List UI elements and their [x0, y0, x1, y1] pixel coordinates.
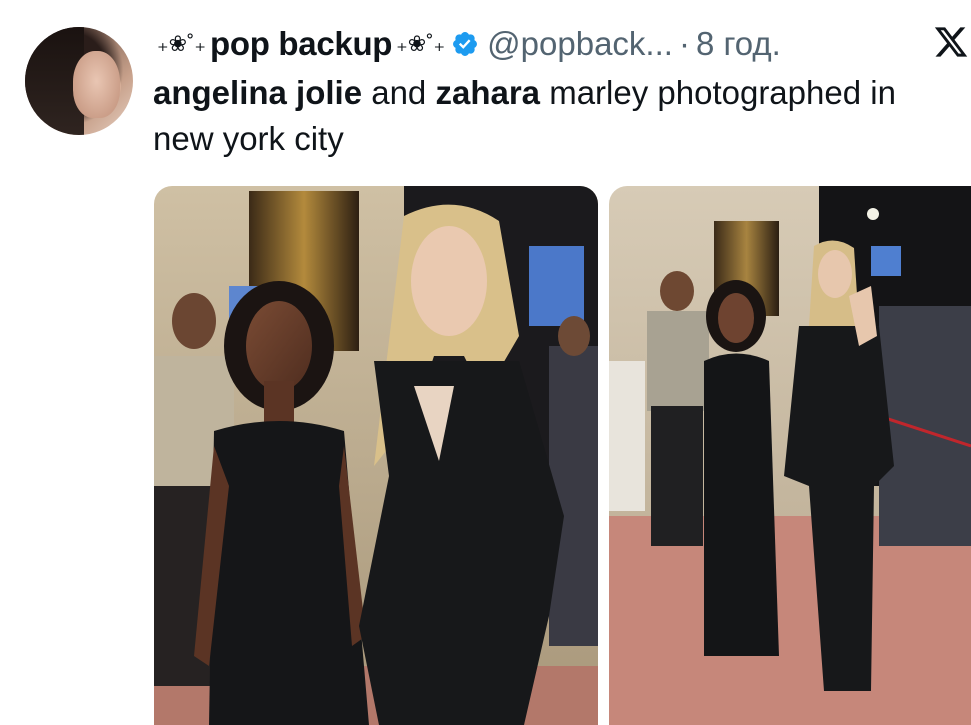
name-decoration-right: ₊❀˚₊ — [396, 31, 446, 56]
tweet-text-bold-1: angelina jolie — [153, 74, 363, 111]
photo-left[interactable] — [154, 186, 598, 725]
display-name[interactable]: pop backup — [210, 25, 392, 63]
avatar[interactable] — [25, 27, 133, 135]
verified-badge-icon — [451, 30, 479, 58]
user-handle[interactable]: @popback... — [487, 25, 673, 63]
tweet-timestamp[interactable]: 8 год. — [696, 25, 781, 63]
tweet-text-plain-1: and — [362, 74, 436, 111]
tweet-header: ₊❀˚₊ pop backup ₊❀˚₊ @popback... · 8 год… — [153, 22, 971, 66]
name-decoration-left: ₊❀˚₊ — [157, 31, 206, 56]
separator-dot: · — [678, 25, 690, 62]
photo-right[interactable] — [609, 186, 971, 725]
avatar-face — [72, 50, 121, 118]
tweet-text-bold-2: zahara — [435, 74, 541, 111]
tweet-text: angelina jolie and zahara marley photogr… — [153, 70, 963, 162]
x-logo-icon — [933, 22, 969, 62]
